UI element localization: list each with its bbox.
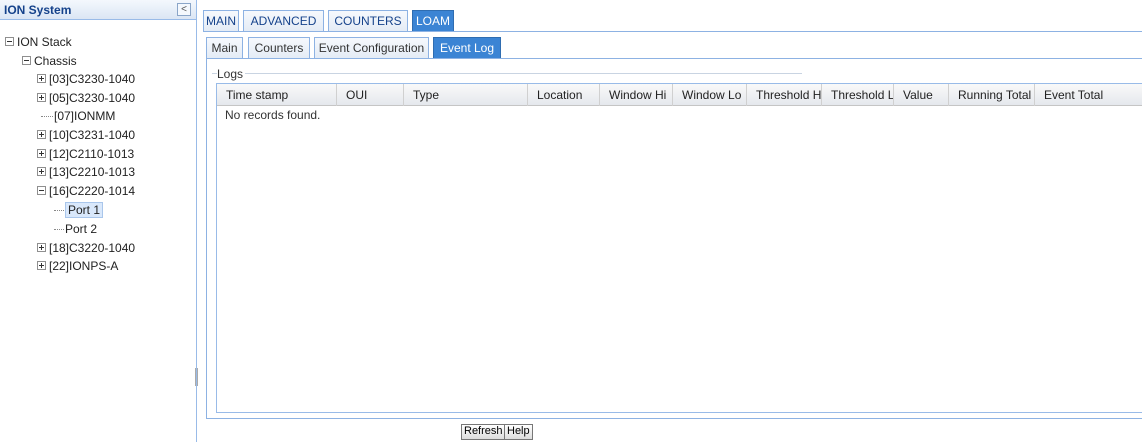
tree-node-label[interactable]: Port 1	[65, 202, 104, 218]
subtab-event-configuration[interactable]: Event Configuration	[314, 37, 429, 59]
expand-toggle-icon[interactable]	[37, 93, 46, 103]
column-header-type[interactable]: Type	[404, 84, 528, 106]
tree-node-label[interactable]: ION Stack	[17, 35, 72, 49]
tree-node-label[interactable]: [07]IONMM	[54, 109, 115, 123]
grid-header: Time stamp OUI Type Location Window Hi W…	[217, 84, 1142, 106]
tab-advanced[interactable]: ADVANCED	[243, 10, 324, 32]
expand-toggle-icon[interactable]	[37, 167, 46, 177]
column-header-running-total[interactable]: Running Total	[949, 84, 1035, 106]
help-button[interactable]: Help	[504, 424, 533, 440]
collapse-toggle-icon[interactable]	[5, 37, 14, 47]
tree-node-chassis[interactable]: Chassis	[22, 52, 77, 70]
column-header-event-total[interactable]: Event Total	[1035, 84, 1142, 106]
column-header-oui[interactable]: OUI	[337, 84, 404, 106]
collapse-panel-button[interactable]: <	[177, 3, 191, 16]
column-header-window-hi[interactable]: Window Hi	[600, 84, 673, 106]
refresh-button[interactable]: Refresh	[461, 424, 506, 440]
tree-node-slot-13[interactable]: [13]C2210-1013	[37, 163, 135, 181]
tab-loam[interactable]: LOAM	[412, 10, 454, 32]
expand-toggle-icon[interactable]	[37, 130, 46, 140]
panel-resize-handle[interactable]	[195, 368, 198, 386]
main-tab-strip	[203, 31, 1142, 32]
tree-node-slot-10[interactable]: [10]C3231-1040	[37, 126, 135, 144]
tab-counters[interactable]: COUNTERS	[328, 10, 408, 32]
tree-node-label[interactable]: [13]C2210-1013	[49, 165, 135, 179]
column-header-window-lo[interactable]: Window Lo	[673, 84, 747, 106]
tree-node-slot-03[interactable]: [03]C3230-1040	[37, 70, 135, 88]
logs-fieldset-border	[212, 73, 802, 74]
tree-node-slot-22[interactable]: [22]IONPS-A	[37, 257, 118, 275]
expand-toggle-icon[interactable]	[37, 261, 46, 271]
tree-node-port-1[interactable]: Port 1	[54, 201, 104, 219]
column-header-time-stamp[interactable]: Time stamp	[217, 84, 337, 106]
subtab-event-log[interactable]: Event Log	[433, 37, 501, 59]
tree-node-port-2[interactable]: Port 2	[54, 220, 97, 238]
column-header-location[interactable]: Location	[528, 84, 600, 106]
grid-empty-message: No records found.	[225, 108, 321, 122]
tree-node-label[interactable]: [12]C2110-1013	[49, 147, 134, 161]
tree-node-slot-12[interactable]: [12]C2110-1013	[37, 145, 134, 163]
subtab-main[interactable]: Main	[206, 37, 243, 59]
navigation-tree-panel: ION System < ION Stack Chassis [03]C3230…	[0, 0, 198, 442]
tree-node-label[interactable]: [22]IONPS-A	[49, 259, 118, 273]
tree-node-slot-05[interactable]: [05]C3230-1040	[37, 89, 135, 107]
tree-node-label[interactable]: [05]C3230-1040	[49, 91, 135, 105]
tree-connector	[54, 229, 64, 231]
tab-main[interactable]: MAIN	[203, 10, 239, 32]
expand-toggle-icon[interactable]	[37, 149, 46, 159]
collapse-toggle-icon[interactable]	[22, 56, 31, 66]
collapse-toggle-icon[interactable]	[37, 186, 46, 196]
logs-legend: Logs	[217, 67, 246, 81]
tree-node-label[interactable]: [03]C3230-1040	[49, 72, 135, 86]
tree-node-label[interactable]: [10]C3231-1040	[49, 128, 135, 142]
tree-node-label[interactable]: Chassis	[34, 54, 77, 68]
column-header-threshold-lo[interactable]: Threshold Lo	[822, 84, 894, 106]
tree-panel-header: ION System <	[0, 0, 196, 20]
tree-connector	[41, 116, 53, 118]
tree-node-ion-stack[interactable]: ION Stack	[5, 33, 72, 51]
tree-node-slot-18[interactable]: [18]C3220-1040	[37, 239, 135, 257]
tree-node-label[interactable]: Port 2	[65, 222, 97, 236]
event-log-grid: Time stamp OUI Type Location Window Hi W…	[216, 83, 1142, 413]
tree-panel-title: ION System	[4, 3, 72, 17]
column-header-threshold-hi[interactable]: Threshold Hi	[747, 84, 822, 106]
tree-node-label[interactable]: [16]C2220-1014	[49, 184, 135, 198]
tree-node-label[interactable]: [18]C3220-1040	[49, 241, 135, 255]
tree-node-slot-07[interactable]: [07]IONMM	[41, 107, 115, 125]
column-header-value[interactable]: Value	[894, 84, 949, 106]
expand-toggle-icon[interactable]	[37, 74, 46, 84]
tree-connector	[54, 210, 64, 212]
tree-node-slot-16[interactable]: [16]C2220-1014	[37, 182, 135, 200]
subtab-counters[interactable]: Counters	[248, 37, 310, 59]
expand-toggle-icon[interactable]	[37, 243, 46, 253]
